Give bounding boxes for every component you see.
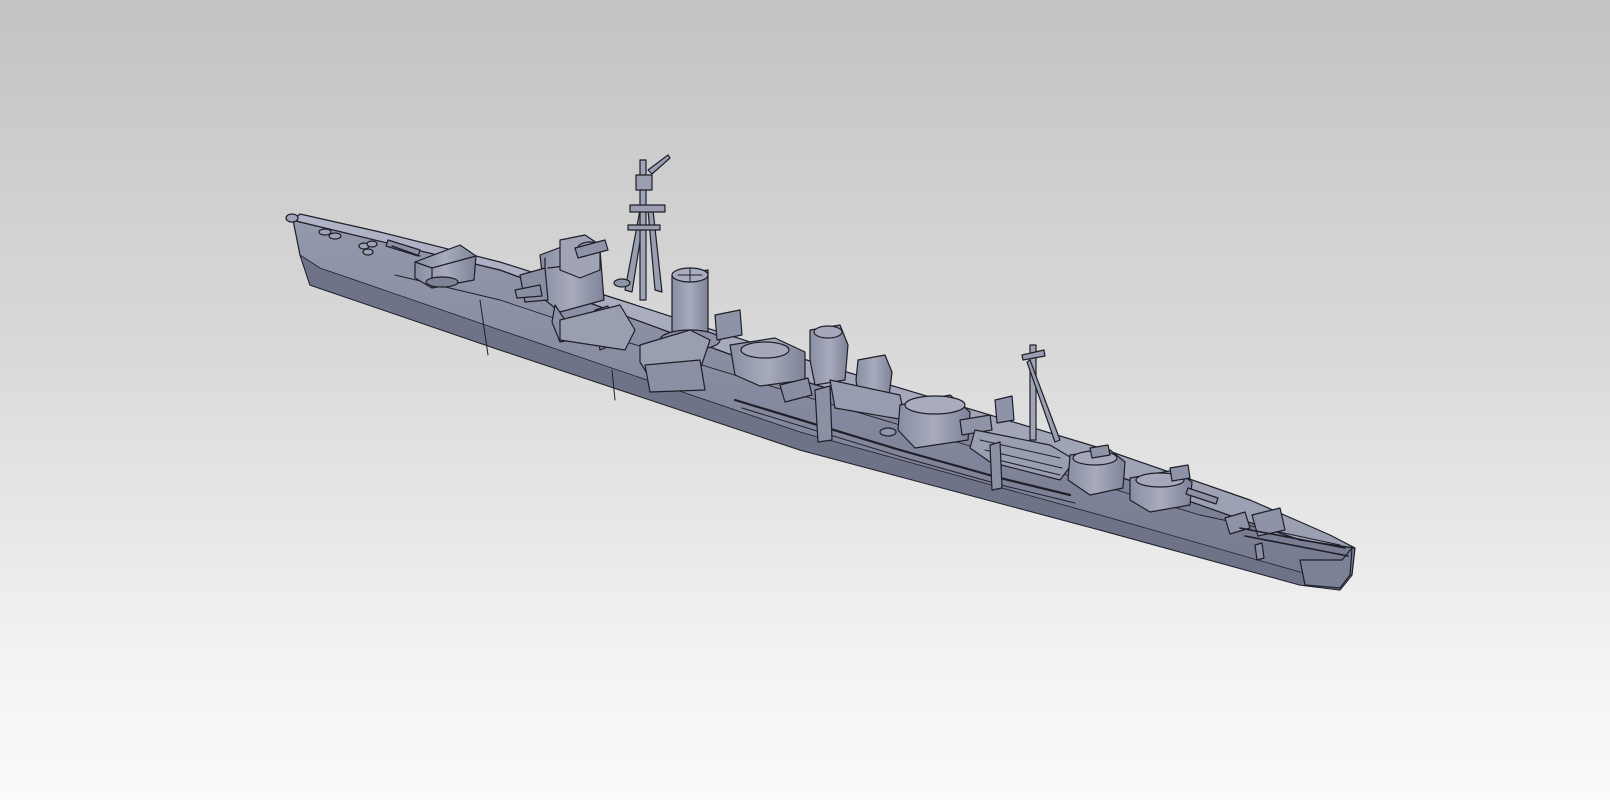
- cad-3d-viewport[interactable]: [0, 0, 1610, 800]
- foremast: [613, 154, 671, 301]
- bow-tip: [285, 213, 299, 223]
- destroyer-3d-model[interactable]: [0, 0, 1610, 800]
